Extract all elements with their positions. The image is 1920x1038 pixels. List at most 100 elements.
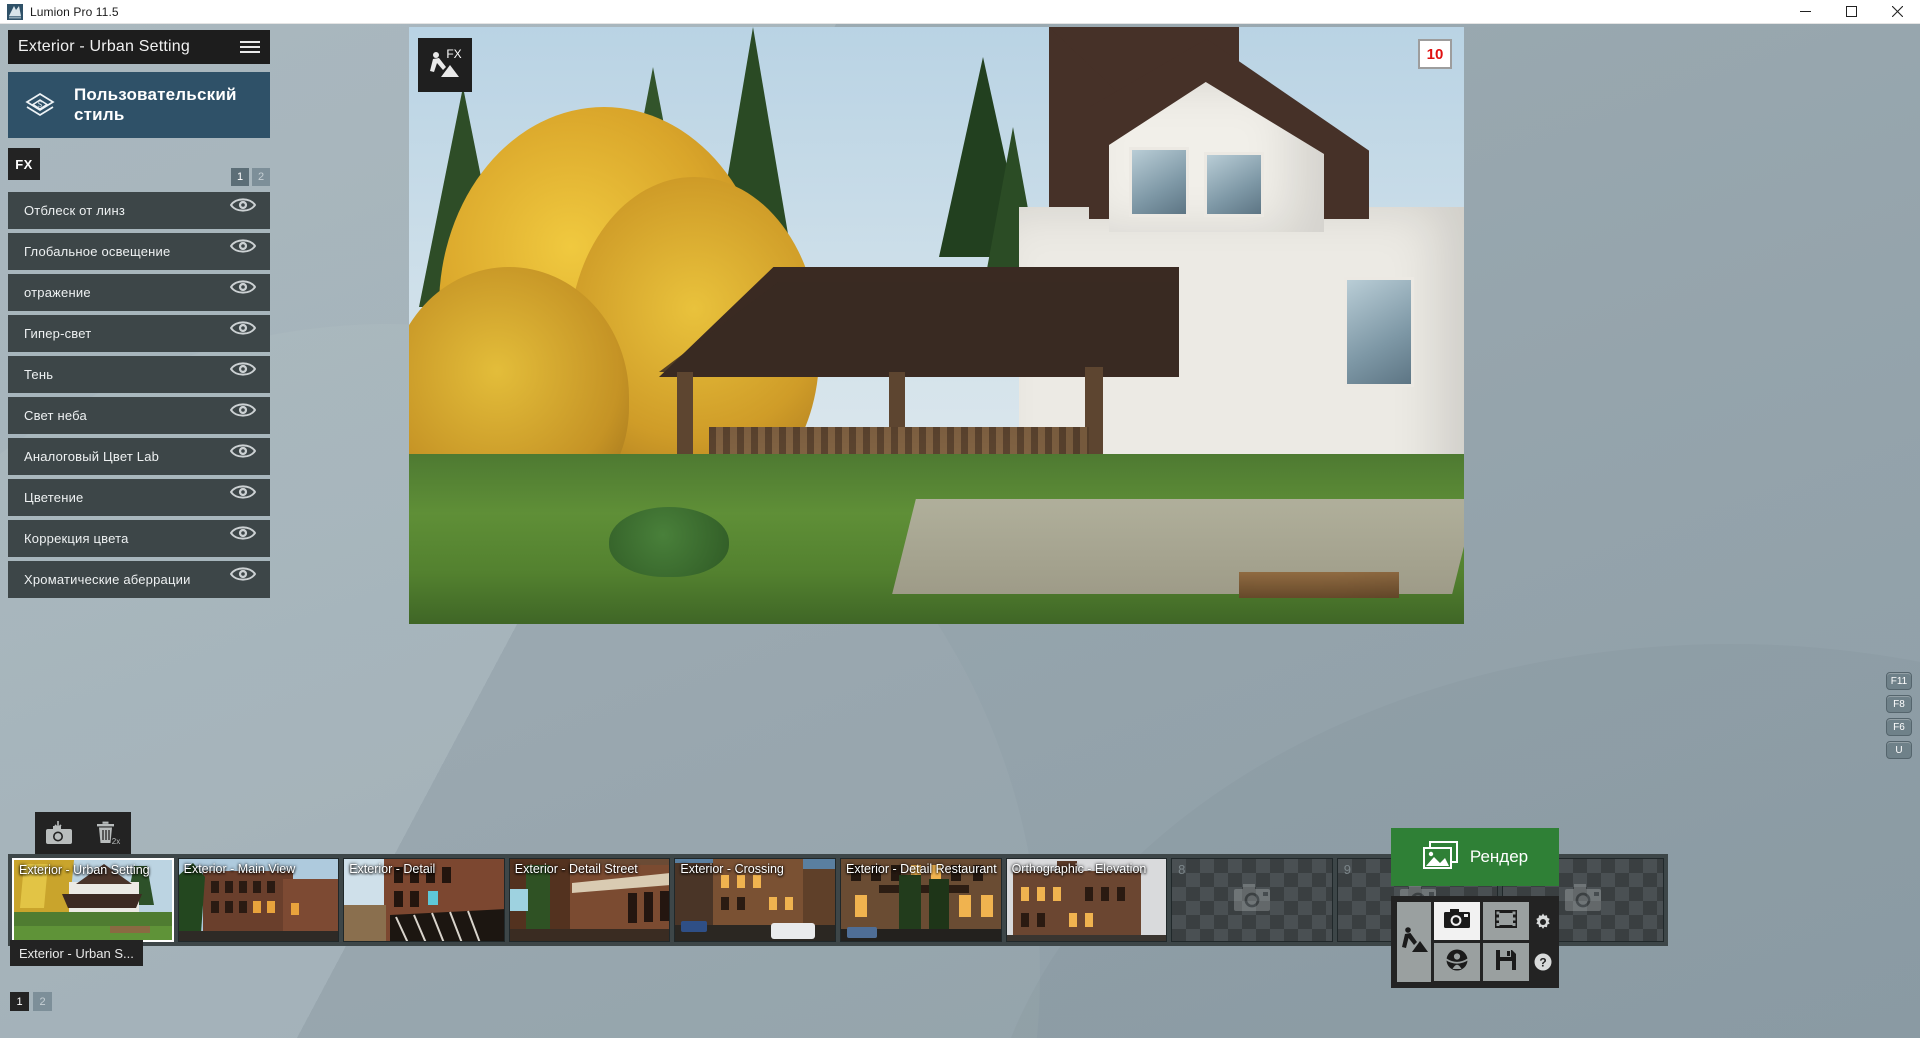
help-icon[interactable]: ? <box>1532 951 1554 973</box>
clip-thumbnail[interactable]: Exterior - Urban Setting <box>12 858 174 942</box>
viewport-shrub <box>609 507 729 577</box>
custom-style-card[interactable]: S Пользовательский стиль <box>8 72 270 138</box>
fx-row[interactable]: Отблеск от линз <box>8 192 270 229</box>
viewport-bench <box>1239 572 1399 598</box>
eye-icon[interactable] <box>229 565 260 595</box>
trash-count-label: 2x <box>112 837 120 846</box>
clip-thumbnail-label: Exterior - Main View <box>183 862 296 876</box>
render-button[interactable]: Рендер <box>1391 828 1559 886</box>
hotkey-f6[interactable]: F6 <box>1886 718 1912 736</box>
clip-thumbnail-empty[interactable]: 8 <box>1171 858 1333 942</box>
clip-thumbnail[interactable]: Exterior - Detail Restaurant <box>839 858 1002 942</box>
trash-icon[interactable]: 2x <box>90 818 124 848</box>
clip-thumbnail-label: Exterior - Detail <box>349 862 436 876</box>
svg-text:FX: FX <box>446 47 461 61</box>
eye-icon[interactable] <box>229 237 260 267</box>
close-button[interactable] <box>1874 0 1920 24</box>
eye-icon[interactable] <box>229 524 260 554</box>
eye-icon[interactable] <box>229 401 260 431</box>
eye-icon[interactable] <box>229 278 260 308</box>
svg-text:?: ? <box>1539 956 1546 970</box>
fx-row[interactable]: Тень <box>8 356 270 393</box>
eye-icon[interactable] <box>229 442 260 472</box>
fx-effects-list: Отблеск от линз Глобальное освещение отраж… <box>8 192 270 598</box>
fx-row[interactable]: Коррекция цвета <box>8 520 270 557</box>
hotkey-f8[interactable]: F8 <box>1886 695 1912 713</box>
fx-page-1[interactable]: 1 <box>231 168 249 186</box>
hamburger-icon[interactable] <box>240 39 260 55</box>
fx-label: Гипер-свет <box>24 326 92 341</box>
window-title: Lumion Pro 11.5 <box>30 4 119 19</box>
fx-pager: 1 2 <box>231 168 270 186</box>
clip-thumbnail-label: Orthographic - Elevation <box>1011 862 1147 876</box>
selected-clip-caption: Exterior - Urban S... <box>10 940 143 966</box>
build-mode-icon <box>1397 923 1431 962</box>
fx-label: Цветение <box>24 490 84 505</box>
clip-thumbnail-label: Exterior - Detail Street <box>514 862 638 876</box>
fx-label: Тень <box>24 367 54 382</box>
clip-toolbar: 2x <box>35 812 131 854</box>
style-panel-header[interactable]: Exterior - Urban Setting <box>8 30 270 64</box>
photos-icon <box>1422 840 1460 875</box>
gear-icon[interactable] <box>1532 911 1554 933</box>
lumion-app-window: Lumion Pro 11.5 Exterior - Urban Setting… <box>0 0 1920 1038</box>
tab-fx[interactable]: FX <box>8 148 40 180</box>
clip-thumbnail[interactable]: Exterior - Crossing <box>674 858 836 942</box>
fx-row[interactable]: Цветение <box>8 479 270 516</box>
clip-thumbnail[interactable]: Exterior - Main View <box>177 858 340 942</box>
mode-photo[interactable] <box>1434 902 1480 940</box>
fx-label: Аналоговый Цвет Lab <box>24 449 160 464</box>
fx-label: отражение <box>24 285 91 300</box>
film-icon <box>1493 908 1519 935</box>
viewport-fx-button[interactable]: FX <box>418 38 472 92</box>
clip-thumbnail-label: Exterior - Urban Setting <box>19 863 150 877</box>
fx-row[interactable]: Аналоговый Цвет Lab <box>8 438 270 475</box>
fx-row[interactable]: Хроматические аберрации <box>8 561 270 598</box>
fx-page-2[interactable]: 2 <box>252 168 270 186</box>
fx-row[interactable]: Гипер-свет <box>8 315 270 352</box>
custom-style-label: Пользовательский стиль <box>74 85 237 124</box>
fx-row[interactable]: Глобальное освещение <box>8 233 270 270</box>
strip-pager: 1 2 <box>10 992 52 1011</box>
maximize-button[interactable] <box>1828 0 1874 24</box>
style-panel-title: Exterior - Urban Setting <box>18 38 190 55</box>
eye-icon[interactable] <box>229 483 260 513</box>
strip-page-2[interactable]: 2 <box>33 992 52 1011</box>
camera-save-icon[interactable] <box>42 818 76 848</box>
clip-thumbnail[interactable]: Orthographic - Elevation <box>1005 858 1168 942</box>
clip-slot-number: 8 <box>1178 862 1186 877</box>
minimize-button[interactable] <box>1782 0 1828 24</box>
viewport-window <box>1344 277 1414 387</box>
hotkey-f11[interactable]: F11 <box>1886 672 1912 690</box>
mode-save[interactable] <box>1483 943 1529 981</box>
eye-icon[interactable] <box>229 196 260 226</box>
fx-row[interactable]: отражение <box>8 274 270 311</box>
fx-label: Коррекция цвета <box>24 531 129 546</box>
camera-icon <box>1232 882 1272 919</box>
style-panel: Exterior - Urban Setting S Пользовательс… <box>8 30 270 598</box>
fx-label: Свет неба <box>24 408 87 423</box>
mode-movie[interactable] <box>1483 902 1529 940</box>
eye-icon[interactable] <box>229 360 260 390</box>
fx-tab-row: FX 1 2 <box>8 148 270 186</box>
viewport-window <box>1129 147 1189 217</box>
clip-thumbnail[interactable]: Exterior - Detail Street <box>508 858 671 942</box>
eye-icon[interactable] <box>229 319 260 349</box>
hotkey-button-group: F11 F8 F6 U <box>1886 672 1912 759</box>
render-viewport[interactable]: FX 10 <box>409 27 1464 624</box>
strip-page-1[interactable]: 1 <box>10 992 29 1011</box>
render-button-label: Рендер <box>1469 847 1529 866</box>
fx-label: Отблеск от линз <box>24 203 126 218</box>
lumion-icon <box>7 3 23 20</box>
clip-thumbnail[interactable]: Exterior - Detail <box>343 858 505 942</box>
fx-row[interactable]: Свет неба <box>8 397 270 434</box>
mode-panorama[interactable] <box>1434 943 1480 981</box>
hotkey-u[interactable]: U <box>1886 741 1912 759</box>
mode-build[interactable] <box>1397 902 1431 982</box>
mode-toolbar: ? <box>1391 896 1559 988</box>
svg-text:S: S <box>38 100 42 109</box>
viewport-window <box>1204 152 1264 217</box>
mode-grid <box>1434 902 1529 982</box>
mode-right-column: ? <box>1532 902 1554 982</box>
camera-icon <box>1443 908 1471 935</box>
